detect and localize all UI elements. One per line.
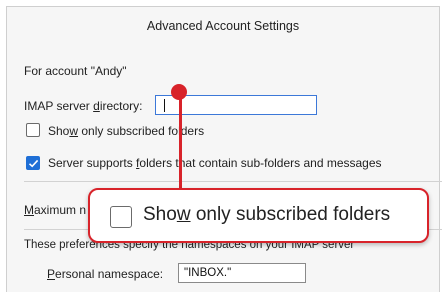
maximum-label: Maximum n [24,203,87,217]
checkmark-icon [28,159,39,168]
personal-namespace-input[interactable]: "INBOX." [178,263,306,283]
subfolders-label[interactable]: Server supports folders that contain sub… [48,156,382,170]
dialog-title: Advanced Account Settings [146,19,300,33]
subfolders-checkbox[interactable] [26,156,40,170]
callout-pointer-dot [171,84,187,100]
zoom-callout: Show only subscribed folders [88,188,429,243]
advanced-account-settings-dialog: Advanced Account Settings For account "A… [6,6,442,292]
personal-namespace-label: Personal namespace: [47,267,164,281]
callout-label: Show only subscribed folders [143,204,391,225]
show-subscribed-checkbox[interactable] [26,123,40,137]
text-caret [164,99,165,112]
account-label: For account "Andy" [24,64,127,78]
imap-directory-label: IMAP server directory: [24,99,143,113]
callout-pointer-line [179,93,182,188]
separator [24,181,442,182]
callout-checkbox [110,206,132,228]
